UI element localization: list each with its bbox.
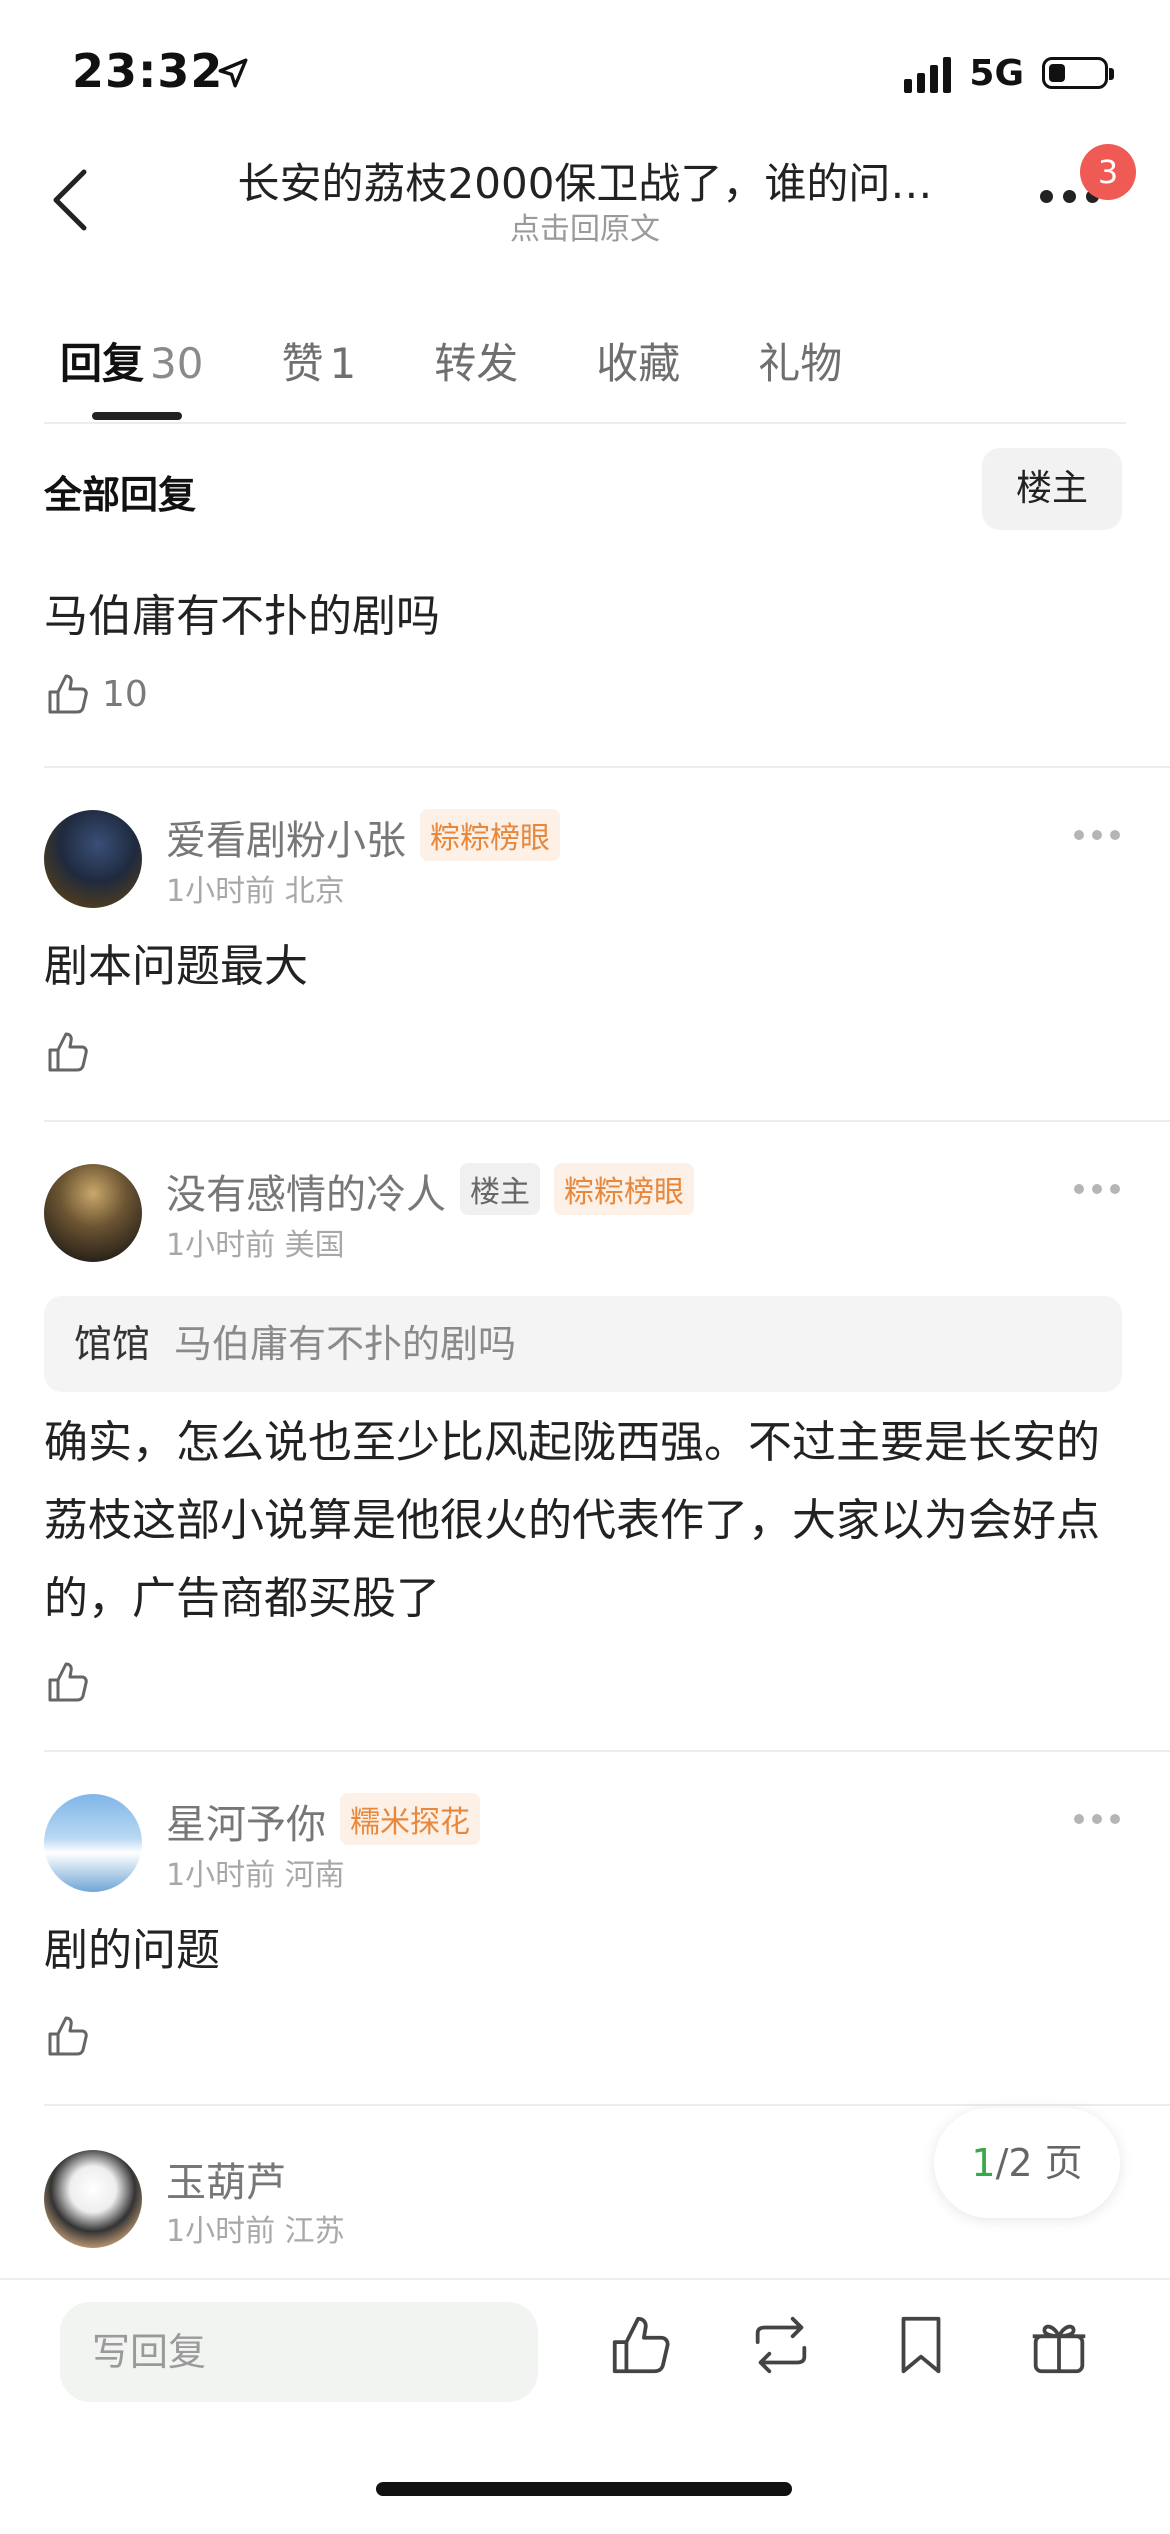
home-indicator [376,2482,792,2496]
divider [44,422,1126,424]
comment-meta: 1小时前 北京 [166,874,345,909]
divider [44,1120,1170,1122]
reply-input[interactable]: 写回复 [60,2302,538,2402]
owner-badge: 楼主 [460,1163,540,1215]
owner-only-button[interactable]: 楼主 [982,448,1122,530]
comment-author[interactable]: 星河予你 糯米探花 [166,1792,480,1850]
divider [44,1750,1170,1752]
original-post-text: 马伯庸有不扑的剧吗 [44,591,440,642]
comment-meta: 1小时前 江苏 [166,2214,345,2249]
thumbs-up-icon[interactable] [44,1028,92,1076]
comment-meta: 1小时前 河南 [166,1858,345,1893]
comment-more-icon[interactable] [1074,1184,1120,1194]
page-title[interactable]: 长安的荔枝2000保卫战了，谁的问… [200,150,970,211]
tab-replies[interactable]: 回复 30 [60,330,203,391]
thumbs-up-icon[interactable] [44,1658,92,1706]
tab-gifts[interactable]: 礼物 [758,330,842,391]
comment-author[interactable]: 爱看剧粉小张 粽粽榜眼 [166,808,560,866]
like-count: 10 [102,673,148,715]
status-right: 5G [904,48,1114,98]
thumbs-up-icon[interactable] [44,2012,92,2060]
comment-more-icon[interactable] [1074,1814,1120,1824]
comment-text: 确实，怎么说也至少比风起陇西强。不过主要是长安的荔枝这部小说算是他很火的代表作了… [44,1417,1100,1624]
comment-text: 剧本问题最大 [44,941,308,992]
bookmark-icon[interactable] [886,2310,956,2380]
back-arrow-icon[interactable] [40,160,100,240]
repost-icon[interactable] [746,2310,816,2380]
tab-bar: 回复 30 赞1 转发 收藏 礼物 [60,330,920,391]
notification-badge: 3 [1080,144,1136,200]
comment-text: 剧的问题 [44,1925,220,1976]
comment-author[interactable]: 玉葫芦 [166,2150,286,2208]
avatar[interactable] [44,2150,142,2248]
comment-meta: 1小时前 美国 [166,1228,345,1263]
comment-author[interactable]: 没有感情的冷人 楼主 粽粽榜眼 [166,1162,694,1220]
original-post-like[interactable]: 10 [44,670,148,718]
tab-likes[interactable]: 赞1 [281,330,356,391]
thumbs-up-icon[interactable] [606,2310,676,2380]
network-type: 5G [969,52,1024,94]
all-replies-label[interactable]: 全部回复 [44,464,196,519]
status-time: 23:32 [72,44,224,98]
gift-icon[interactable] [1024,2310,1094,2380]
tab-reposts[interactable]: 转发 [434,330,518,391]
rank-badge: 粽粽榜眼 [420,809,560,861]
quoted-reply[interactable]: 馆馆 马伯庸有不扑的剧吗 [44,1296,1122,1392]
active-tab-indicator [92,412,182,420]
location-arrow-icon [218,58,248,88]
avatar[interactable] [44,810,142,908]
signal-icon [904,53,952,93]
page-indicator[interactable]: 1/2 页 [934,2108,1120,2218]
avatar[interactable] [44,1794,142,1892]
divider [44,766,1170,768]
rank-badge: 粽粽榜眼 [554,1163,694,1215]
back-to-original-link[interactable]: 点击回原文 [200,204,970,248]
battery-icon [1042,57,1114,89]
tab-favorites[interactable]: 收藏 [596,330,680,391]
avatar[interactable] [44,1164,142,1262]
rank-badge: 糯米探花 [340,1793,480,1845]
thumbs-up-icon [48,674,88,714]
comment-more-icon[interactable] [1074,830,1120,840]
divider [44,2104,1170,2106]
